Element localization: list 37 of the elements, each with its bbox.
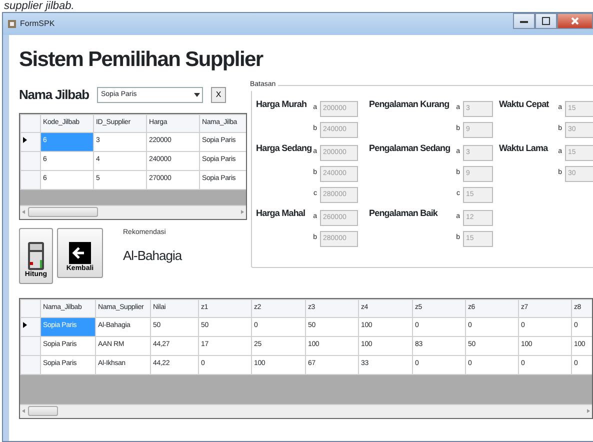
minimize-button[interactable]: [513, 13, 535, 29]
window-title: FormSPK: [20, 18, 55, 30]
row-header[interactable]: [20, 317, 40, 336]
maximize-icon: [542, 17, 550, 25]
criteria-label: Harga Sedang: [256, 142, 310, 155]
criteria-label: Pengalaman Baik: [369, 207, 439, 220]
criteria-label: Waktu Cepat: [499, 98, 550, 111]
app-icon: [7, 19, 17, 29]
criteria-label: Waktu Lama: [499, 142, 550, 155]
clear-button[interactable]: X: [211, 86, 226, 103]
scroll-left-icon: [20, 208, 28, 216]
scroll-right-icon: [584, 407, 592, 415]
close-button[interactable]: [557, 13, 593, 29]
calculator-icon: [28, 242, 44, 270]
maximize-button[interactable]: [535, 13, 557, 29]
scroll-left-icon: [20, 407, 28, 415]
criteria-label: Pengalaman Sedang: [369, 142, 452, 155]
scrollbar-thumb[interactable]: [28, 207, 98, 217]
form-heading: Sistem Pemilihan Supplier: [19, 47, 264, 73]
field-label: Nama Jilbab: [19, 86, 89, 104]
criteria-label: Harga Murah: [256, 98, 308, 111]
recommendation-value: Al-Bahagia: [123, 247, 182, 265]
row-header[interactable]: [20, 132, 40, 151]
scrollbar-thumb[interactable]: [28, 406, 58, 416]
document-caption: supplier jilbab.: [3, 0, 76, 12]
scroll-right-icon: [238, 208, 246, 216]
row-pointer-icon: [23, 137, 27, 144]
close-icon: [571, 17, 579, 25]
row-header: [20, 299, 40, 317]
horizontal-scrollbar[interactable]: [20, 404, 592, 418]
minimize-icon: [520, 18, 528, 24]
row-pointer-icon: [23, 322, 27, 328]
row-header: [20, 114, 40, 132]
criteria-label: Harga Mahal: [256, 207, 306, 220]
horizontal-scrollbar[interactable]: [20, 204, 246, 218]
caret-icon: [192, 92, 202, 98]
criteria-label: Pengalaman Kurang: [369, 98, 450, 111]
